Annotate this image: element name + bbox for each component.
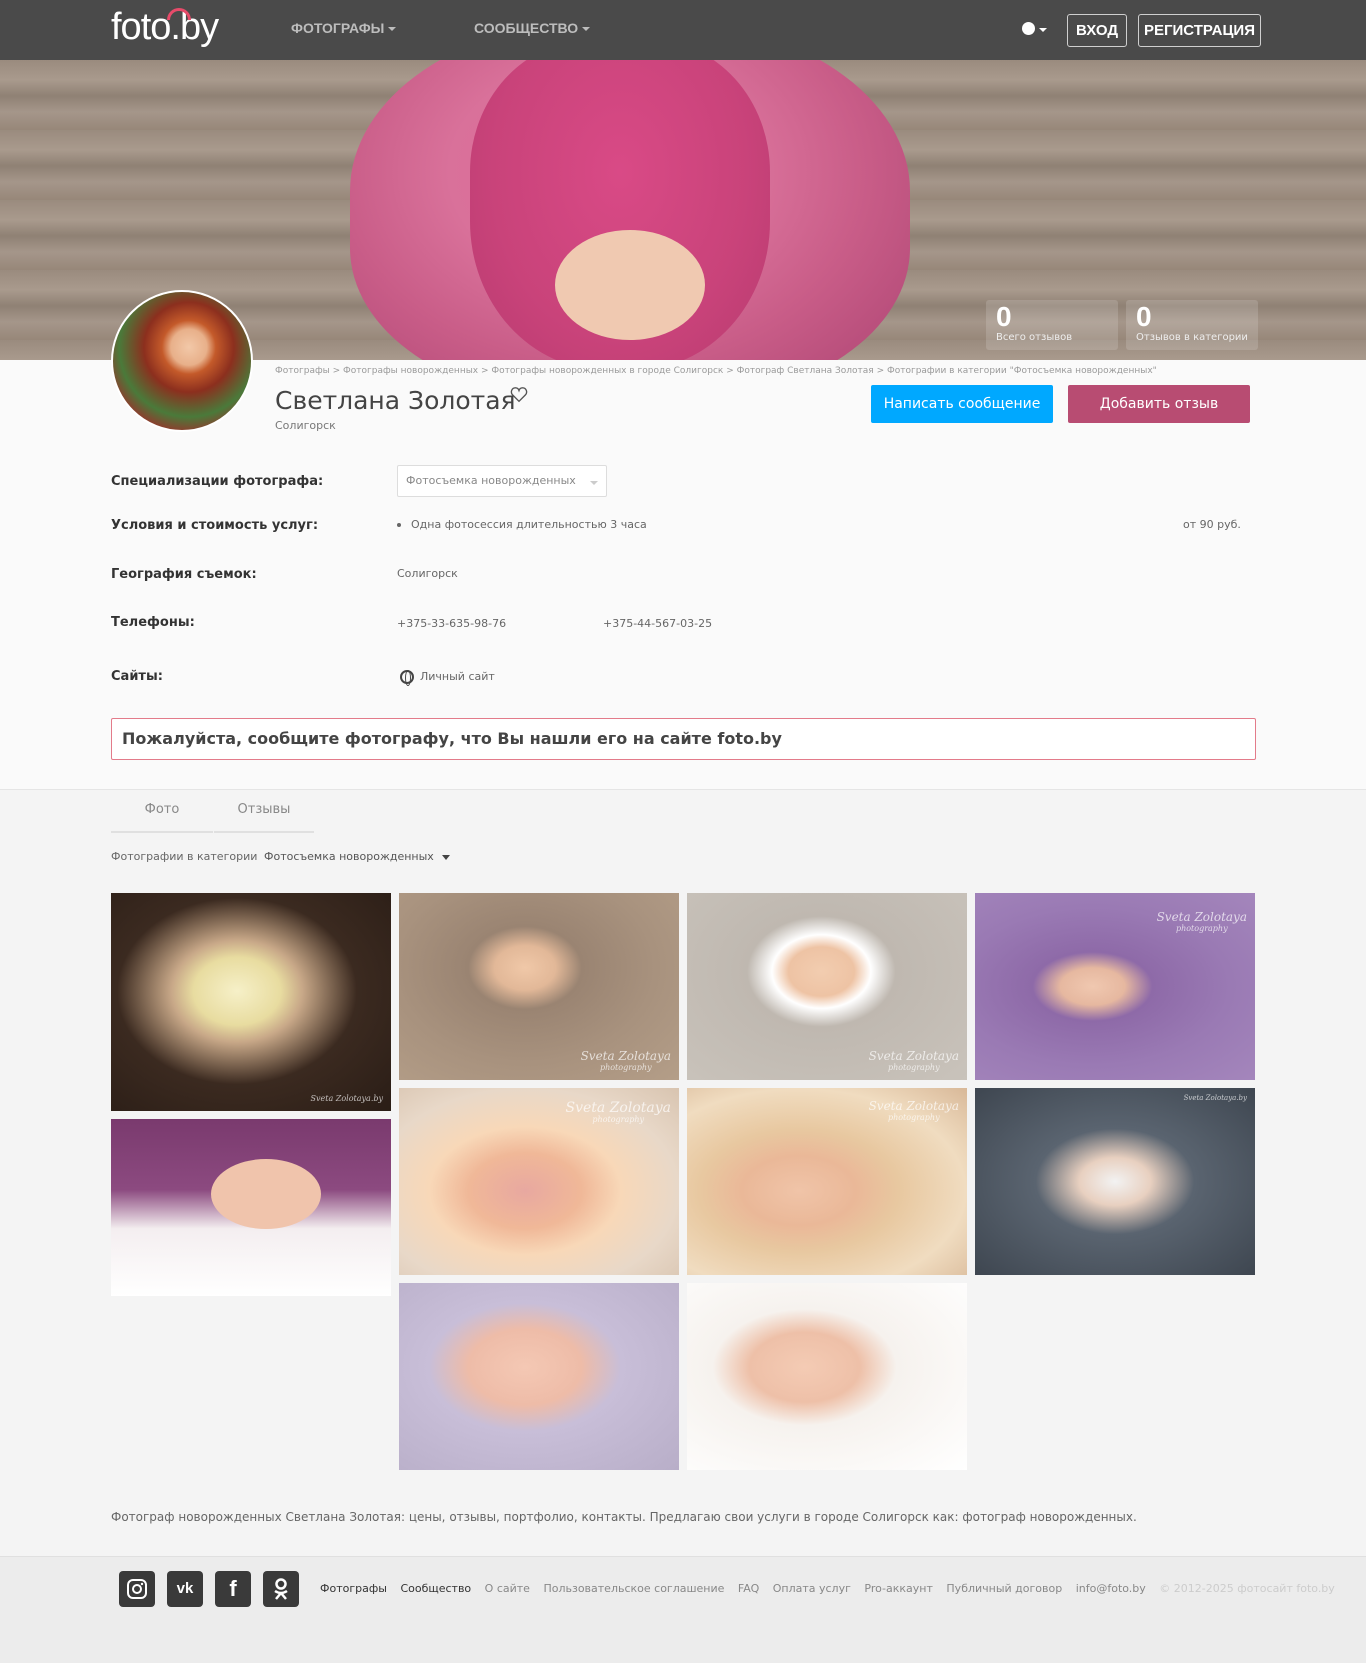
phone-1[interactable]: +375-33-635-98-76	[397, 617, 506, 630]
watermark-name: Sveta Zolotaya	[868, 1049, 959, 1063]
geo-label: География съемок:	[111, 567, 257, 582]
gallery-photo[interactable]	[111, 1119, 391, 1296]
terms-price: от 90 руб.	[1183, 518, 1241, 531]
footer-links: Фотографы Сообщество О сайте Пользовател…	[320, 1582, 1335, 1595]
login-button[interactable]: ВХОД	[1067, 14, 1127, 47]
stat-total-reviews-label: Всего отзывов	[996, 332, 1073, 343]
personal-site-link[interactable]: Личный сайт	[400, 670, 495, 686]
footer-link-contract[interactable]: Публичный договор	[946, 1582, 1062, 1595]
gallery-photo[interactable]: Sveta Zolotaya photography	[687, 1088, 967, 1275]
category-label: Фотографии в категории	[111, 850, 258, 863]
footer-link-pro[interactable]: Pro-аккаунт	[864, 1582, 933, 1595]
geo-value: Солигорск	[397, 567, 458, 580]
watermark-sub: photography	[887, 1063, 940, 1072]
gallery-photo[interactable]: Sveta Zolotaya photography	[399, 1088, 679, 1275]
instagram-icon[interactable]	[119, 1571, 155, 1607]
footer-link-photographers[interactable]: Фотографы	[320, 1582, 387, 1595]
footer-link-community[interactable]: Сообщество	[400, 1582, 471, 1595]
watermark-name: Sveta Zolotaya	[1156, 910, 1247, 924]
footer	[0, 1556, 1366, 1663]
watermark: Sveta Zolotaya.by	[310, 1094, 383, 1103]
gallery-photo[interactable]	[687, 1283, 967, 1470]
gallery-photo[interactable]	[399, 1283, 679, 1470]
chevron-down-icon	[1039, 28, 1047, 32]
watermark-sub: photography	[1175, 924, 1228, 933]
watermark-sub: photography	[599, 1063, 652, 1072]
specialization-value: Фотосъемка новорожденных	[406, 474, 576, 487]
nav-community[interactable]: СООБЩЕСТВО	[474, 20, 591, 36]
odnoklassniki-glyph	[274, 1578, 288, 1600]
terms-item: Одна фотосессия длительностью 3 часа	[397, 518, 647, 531]
stat-total-reviews-number: 0	[996, 301, 1012, 332]
chevron-down-icon	[388, 27, 397, 32]
add-review-button[interactable]: Добавить отзыв	[1068, 385, 1250, 423]
stat-category-reviews-label: Отзывов в категории	[1136, 332, 1248, 343]
cover-baby-leg	[555, 230, 705, 340]
instagram-glyph	[127, 1579, 147, 1599]
footer-link-about[interactable]: О сайте	[485, 1582, 530, 1595]
page-description: Фотограф новорожденных Светлана Золотая:…	[111, 1510, 1137, 1524]
favorite-heart-icon[interactable]	[510, 386, 528, 404]
stat-category-reviews-number: 0	[1136, 301, 1152, 332]
nav-photographers[interactable]: ФОТОГРАФЫ	[291, 20, 397, 36]
logo-text: foto.by	[111, 6, 219, 48]
terms-label: Условия и стоимость услуг:	[111, 518, 319, 533]
phones-label: Телефоны:	[111, 615, 195, 630]
tab-reviews[interactable]: Отзывы	[214, 795, 314, 833]
gallery-photo[interactable]: Sveta Zolotaya photography	[687, 893, 967, 1080]
language-switcher[interactable]	[1022, 20, 1048, 40]
gallery-photo[interactable]: Sveta Zolotaya photography	[399, 893, 679, 1080]
bullet-icon	[397, 523, 401, 527]
watermark: Sveta Zolotaya.by	[1183, 1094, 1247, 1102]
chevron-down-icon	[590, 481, 598, 485]
watermark: Sveta Zolotaya photography	[1157, 911, 1247, 935]
watermark: Sveta Zolotaya photography	[581, 1050, 671, 1074]
nav-community-label: СООБЩЕСТВО	[474, 20, 579, 36]
stat-total-reviews: 0 Всего отзывов	[986, 300, 1118, 350]
watermark: Sveta Zolotaya photography	[869, 1100, 959, 1124]
breadcrumb[interactable]: Фотографы > Фотографы новорожденных > Фо…	[275, 366, 1157, 376]
baby-face	[211, 1159, 321, 1229]
footer-link-email[interactable]: info@foto.by	[1076, 1582, 1146, 1595]
sites-label: Сайты:	[111, 669, 163, 684]
specialization-select[interactable]: Фотосъемка новорожденных	[397, 465, 607, 497]
watermark-sub: photography	[887, 1113, 940, 1122]
stat-category-reviews: 0 Отзывов в категории	[1126, 300, 1258, 350]
photographer-city: Солигорск	[275, 419, 336, 432]
chevron-down-icon	[582, 27, 591, 32]
notice-box: Пожалуйста, сообщите фотографу, что Вы н…	[111, 718, 1256, 760]
gallery-photo[interactable]: Sveta Zolotaya.by	[975, 1088, 1255, 1275]
gallery-photo[interactable]: Sveta Zolotaya.by	[111, 893, 391, 1111]
photographer-name: Светлана Золотая	[275, 386, 516, 415]
avatar	[111, 290, 253, 432]
chevron-down-icon	[441, 854, 450, 860]
facebook-icon[interactable]: f	[215, 1571, 251, 1607]
top-navbar: foto.by ФОТОГРАФЫ СООБЩЕСТВО ВХОД РЕГИСТ…	[0, 0, 1366, 60]
site-logo[interactable]: foto.by	[111, 6, 219, 49]
write-message-button[interactable]: Написать сообщение	[871, 385, 1053, 423]
watermark-name: Sveta Zolotaya	[580, 1049, 671, 1063]
spec-label: Специализации фотографа:	[111, 474, 324, 489]
category-dropdown[interactable]: Фотосъемка новорожденных	[264, 850, 450, 863]
watermark-name: Sveta Zolotaya	[868, 1099, 959, 1113]
phone-2[interactable]: +375-44-567-03-25	[603, 617, 712, 630]
footer-link-terms[interactable]: Пользовательское соглашение	[543, 1582, 724, 1595]
globe-icon	[1022, 22, 1035, 35]
category-value: Фотосъемка новорожденных	[264, 850, 434, 863]
terms-item-text: Одна фотосессия длительностью 3 часа	[411, 518, 647, 531]
nav-photographers-label: ФОТОГРАФЫ	[291, 20, 385, 36]
tab-photo[interactable]: Фото	[111, 795, 213, 833]
footer-link-payment[interactable]: Оплата услуг	[773, 1582, 851, 1595]
watermark: Sveta Zolotaya photography	[869, 1050, 959, 1074]
gallery-photo[interactable]: Sveta Zolotaya photography	[975, 893, 1255, 1080]
footer-copyright: © 2012-2025 фотосайт foto.by	[1159, 1582, 1335, 1595]
register-button[interactable]: РЕГИСТРАЦИЯ	[1138, 14, 1261, 47]
watermark: Sveta Zolotaya photography	[566, 1101, 672, 1126]
globe-icon	[400, 670, 414, 686]
personal-site-label: Личный сайт	[420, 670, 495, 683]
vk-icon[interactable]: vk	[167, 1571, 203, 1607]
odnoklassniki-icon[interactable]	[263, 1571, 299, 1607]
footer-link-faq[interactable]: FAQ	[738, 1582, 759, 1595]
